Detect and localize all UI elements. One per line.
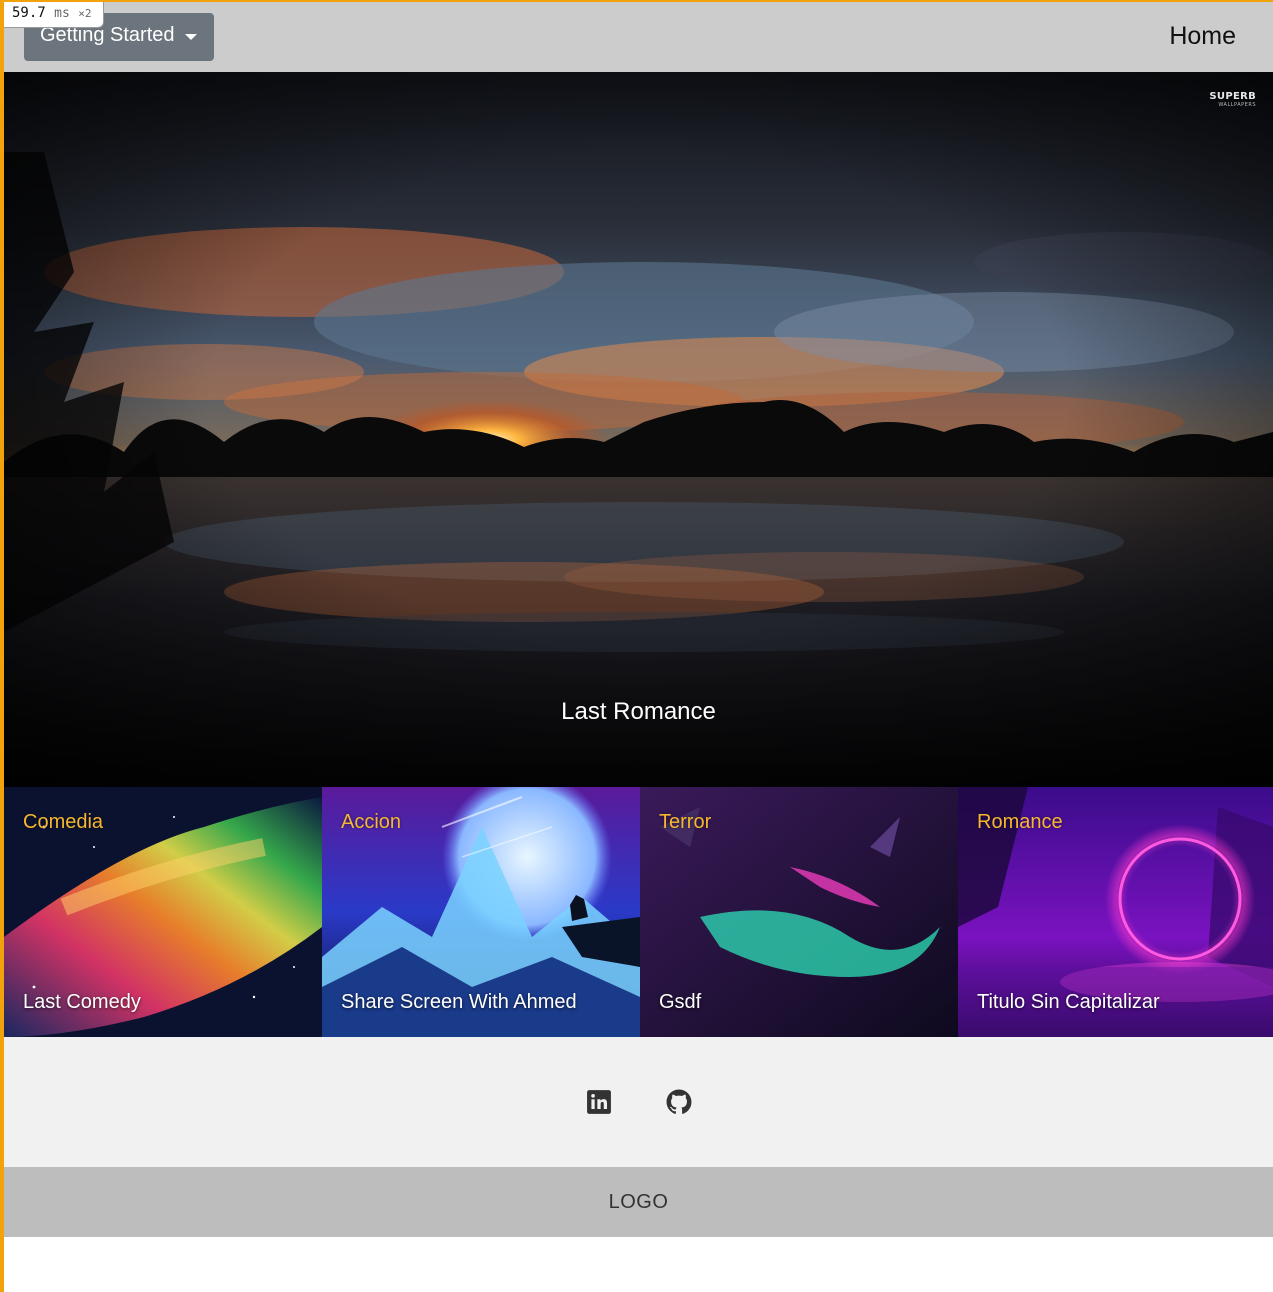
social-links bbox=[4, 1037, 1273, 1167]
home-link[interactable]: Home bbox=[1169, 22, 1236, 51]
category-cards: Comedia Last Comedy Accion Share Screen … bbox=[4, 787, 1273, 1037]
render-time-badge: 59.7 ms ×2 bbox=[4, 2, 104, 28]
hero-caption: Last Romance bbox=[561, 698, 716, 725]
card-genre: Accion bbox=[341, 811, 402, 833]
render-time-multiplier: ×2 bbox=[78, 7, 92, 20]
card-genre: Romance bbox=[977, 811, 1063, 833]
card-title: Last Comedy bbox=[23, 991, 141, 1013]
hero-carousel[interactable]: SUPERB WALLPAPERS Last Romance bbox=[4, 72, 1273, 787]
category-card-accion[interactable]: Accion Share Screen With Ahmed bbox=[322, 787, 640, 1037]
footer-logo: LOGO bbox=[608, 1191, 669, 1213]
card-title: Titulo Sin Capitalizar bbox=[977, 991, 1160, 1013]
render-time-unit: ms bbox=[54, 6, 70, 21]
window-frame-left bbox=[0, 0, 4, 1292]
footer: LOGO bbox=[4, 1167, 1273, 1237]
render-time-value: 59.7 bbox=[12, 5, 46, 21]
card-genre: Comedia bbox=[23, 811, 104, 833]
linkedin-icon[interactable] bbox=[586, 1089, 612, 1115]
superb-wallpapers-watermark: SUPERB WALLPAPERS bbox=[1209, 92, 1256, 108]
category-card-terror[interactable]: Terror Gsdf bbox=[640, 787, 958, 1037]
category-card-comedia[interactable]: Comedia Last Comedy bbox=[4, 787, 322, 1037]
github-icon[interactable] bbox=[666, 1089, 692, 1115]
watermark-top: SUPERB bbox=[1209, 91, 1256, 102]
navbar: Getting Started Home bbox=[4, 2, 1273, 72]
caret-down-icon bbox=[185, 34, 197, 40]
card-title: Gsdf bbox=[659, 991, 702, 1013]
card-title: Share Screen With Ahmed bbox=[341, 991, 577, 1013]
window-frame-top bbox=[0, 0, 1273, 2]
hero-image bbox=[4, 72, 1273, 787]
card-genre: Terror bbox=[659, 811, 712, 833]
category-card-romance[interactable]: Romance Titulo Sin Capitalizar bbox=[958, 787, 1273, 1037]
watermark-bottom: WALLPAPERS bbox=[1218, 102, 1256, 108]
